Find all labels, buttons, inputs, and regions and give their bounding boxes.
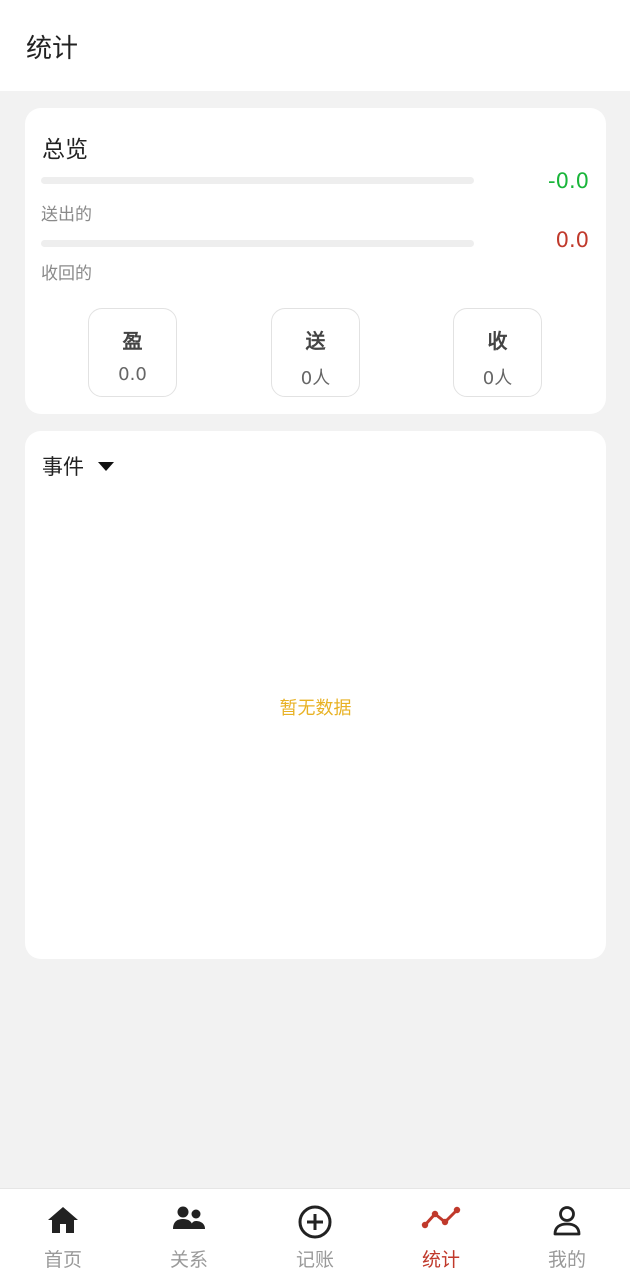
empty-state-text: 暂无数据 (279, 698, 352, 719)
overview-card: 总览 -0.0 送出的 0.0 收回的 盈 0.0 送 0人 收 0人 (25, 108, 606, 414)
stat-sent-title: 送 (305, 329, 326, 353)
stat-profit-value: 0.0 (118, 364, 147, 385)
sent-progress-bar (41, 177, 474, 184)
app-header: 统计 (0, 0, 630, 91)
received-value: 0.0 (555, 228, 589, 252)
tab-statistics-label: 统计 (421, 1249, 460, 1271)
events-card: 事件 暂无数据 (25, 431, 606, 959)
bottom-tab-bar: 首页 关系 记账 统计 我的 (0, 1188, 630, 1280)
tab-mine[interactable]: 我的 (504, 1189, 630, 1280)
user-icon (553, 1206, 581, 1236)
tab-relations[interactable]: 关系 (126, 1189, 252, 1280)
stat-profit: 盈 0.0 (88, 308, 177, 397)
received-label: 收回的 (41, 264, 92, 284)
people-icon (173, 1206, 205, 1229)
stat-profit-title: 盈 (122, 329, 143, 353)
stat-sent: 送 0人 (271, 308, 360, 397)
sent-label: 送出的 (41, 205, 92, 225)
event-filter-dropdown[interactable]: 事件 (42, 451, 114, 481)
received-progress-bar (41, 240, 474, 247)
page-title: 统计 (26, 34, 79, 64)
tab-statistics[interactable]: 统计 (378, 1189, 504, 1280)
home-icon (48, 1207, 78, 1233)
stat-sent-value: 0人 (300, 368, 331, 389)
plus-circle-icon (298, 1205, 332, 1239)
tab-record[interactable]: 记账 (252, 1189, 378, 1280)
overview-title: 总览 (42, 137, 88, 163)
trend-icon (421, 1206, 461, 1229)
tab-home-label: 首页 (43, 1249, 82, 1271)
event-filter-label: 事件 (42, 455, 84, 479)
tab-home[interactable]: 首页 (0, 1189, 126, 1280)
tab-relations-label: 关系 (169, 1249, 208, 1271)
tab-record-label: 记账 (295, 1249, 334, 1271)
stat-received-title: 收 (487, 329, 508, 353)
sent-value: -0.0 (548, 169, 589, 193)
caret-down-icon (98, 461, 114, 471)
stat-received: 收 0人 (453, 308, 542, 397)
tab-mine-label: 我的 (547, 1249, 586, 1271)
stat-received-value: 0人 (482, 368, 513, 389)
